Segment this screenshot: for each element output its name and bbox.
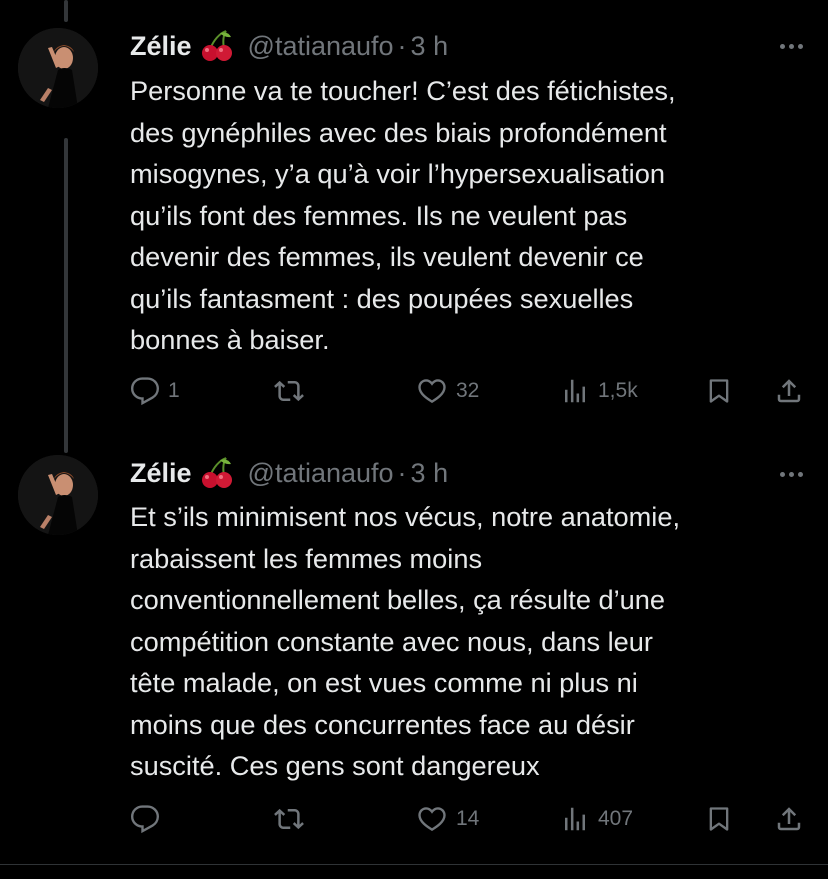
author-handle[interactable]: @tatianaufo: [248, 458, 394, 489]
retweet-button[interactable]: [273, 373, 313, 409]
bookmark-button[interactable]: [705, 801, 733, 837]
bookmark-button[interactable]: [705, 373, 733, 409]
like-button[interactable]: 32: [416, 373, 479, 409]
more-options-icon[interactable]: [776, 36, 806, 56]
divider: [0, 864, 828, 865]
avatar[interactable]: [18, 455, 98, 535]
retweet-button[interactable]: [273, 801, 313, 837]
views-button[interactable]: 1,5k: [560, 373, 638, 409]
share-icon: [777, 807, 801, 831]
tweet-header: Zélie @tatianaufo · 3 h: [130, 455, 448, 491]
tweet[interactable]: Zélie @tatianaufo · 3 h Et s’ils minimis…: [0, 440, 828, 865]
tweet-text: Personne va te toucher! C’est des fétich…: [130, 75, 676, 355]
bookmark-icon: [709, 379, 729, 403]
action-bar: 14 407: [130, 801, 810, 837]
bookmark-icon: [709, 807, 729, 831]
separator-dot: ·: [397, 457, 407, 488]
separator-dot: ·: [397, 30, 407, 61]
tweet-text: Et s’ils minimisent nos vécus, notre ana…: [130, 501, 681, 781]
like-count: 14: [456, 807, 480, 830]
author-handle[interactable]: @tatianaufo: [248, 31, 394, 62]
cherries-icon: [200, 456, 234, 490]
heart-icon: [418, 807, 446, 832]
author-name[interactable]: Zélie: [130, 458, 192, 489]
analytics-icon: [565, 379, 585, 403]
share-icon: [777, 379, 801, 403]
tweet-header: Zélie @tatianaufo · 3 h: [130, 28, 448, 64]
reply-icon: [130, 805, 160, 834]
retweet-icon: [274, 380, 304, 402]
view-count: 1,5k: [598, 379, 638, 402]
like-button[interactable]: 14: [416, 801, 479, 837]
share-button[interactable]: [774, 801, 804, 837]
heart-icon: [418, 379, 446, 404]
retweet-icon: [274, 808, 304, 830]
reply-icon: [130, 377, 160, 406]
timestamp[interactable]: 3 h: [411, 458, 449, 489]
author-name[interactable]: Zélie: [130, 31, 192, 62]
timestamp[interactable]: 3 h: [411, 31, 449, 62]
reply-button[interactable]: 1: [130, 373, 180, 409]
reply-button[interactable]: [130, 801, 168, 837]
cherries-icon: [200, 29, 234, 63]
more-options-icon[interactable]: [776, 464, 806, 484]
views-button[interactable]: 407: [560, 801, 633, 837]
tweet[interactable]: Zélie @tatianaufo · 3 h Personne va te t…: [0, 0, 828, 440]
analytics-icon: [565, 807, 585, 831]
share-button[interactable]: [774, 373, 804, 409]
view-count: 407: [598, 807, 634, 830]
reply-count: 1: [168, 379, 180, 402]
like-count: 32: [456, 379, 480, 402]
action-bar: 1 32 1,5k: [130, 373, 810, 409]
avatar[interactable]: [18, 28, 98, 108]
